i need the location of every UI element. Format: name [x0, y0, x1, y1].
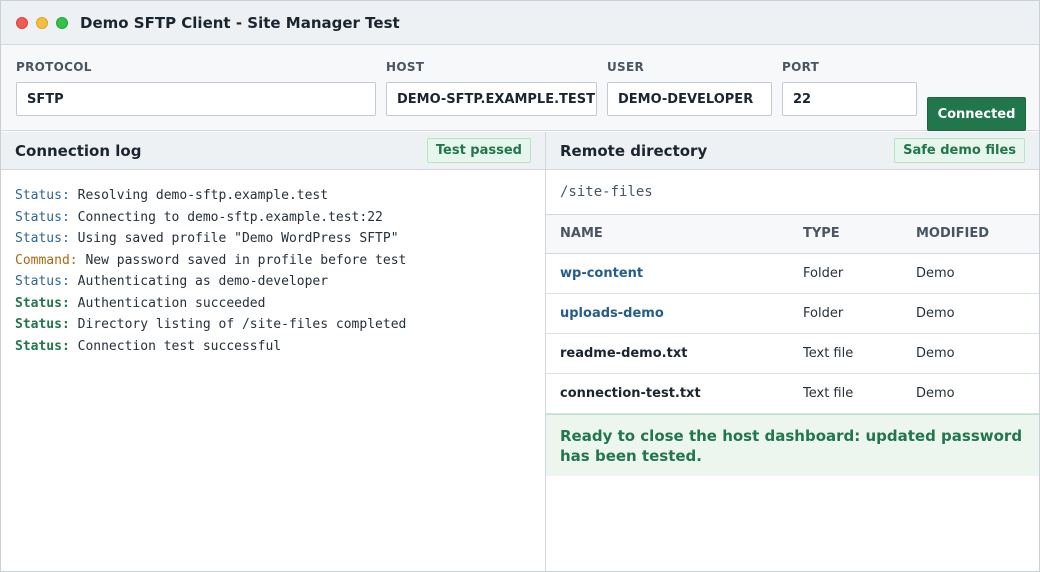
- table-row[interactable]: readme-demo.txt Text file Demo: [546, 333, 1039, 374]
- log-line-text: Resolving demo-sftp.example.test: [69, 188, 329, 203]
- remote-path[interactable]: /site-files: [546, 170, 1039, 215]
- connection-log-pane: Connection log Test passed Status: Resol…: [1, 132, 546, 571]
- log-line: Status: Connecting to demo-sftp.example.…: [15, 207, 545, 229]
- log-line-tag: Command:: [15, 252, 78, 268]
- column-name-header[interactable]: NAME: [546, 215, 789, 254]
- file-modified: Demo: [902, 373, 1039, 414]
- safe-demo-files-badge: Safe demo files: [894, 138, 1025, 163]
- log-line-tag: Status:: [15, 317, 70, 332]
- file-type: Folder: [789, 253, 902, 294]
- user-input[interactable]: DEMO-DEVELOPER: [607, 82, 772, 116]
- ready-message: Ready to close the host dashboard: updat…: [546, 413, 1039, 476]
- file-type: Text file: [789, 373, 902, 414]
- host-field: HOST DEMO-SFTP.EXAMPLE.TEST: [386, 60, 597, 116]
- user-field: USER DEMO-DEVELOPER: [607, 60, 772, 116]
- protocol-input[interactable]: SFTP: [16, 82, 376, 116]
- connected-button[interactable]: Connected: [927, 97, 1026, 131]
- file-modified: Demo: [902, 333, 1039, 374]
- log-line-tag: Status:: [15, 188, 70, 203]
- file-type: Text file: [789, 333, 902, 374]
- log-line-text: New password saved in profile before tes…: [77, 252, 407, 268]
- connection-log-title: Connection log: [15, 141, 142, 160]
- file-name[interactable]: readme-demo.txt: [546, 333, 789, 374]
- log-line-text: Authentication succeeded: [69, 295, 266, 311]
- minimize-window-button[interactable]: [36, 16, 48, 29]
- remote-directory-pane: Remote directory Safe demo files /site-f…: [546, 132, 1039, 571]
- host-label: HOST: [386, 60, 425, 74]
- log-line-text: Connection test successful: [69, 338, 282, 354]
- log-line: Status: Authentication succeeded: [15, 293, 545, 315]
- host-input[interactable]: DEMO-SFTP.EXAMPLE.TEST: [386, 82, 597, 116]
- log-line-tag: Status:: [15, 338, 70, 354]
- title-bar: Demo SFTP Client - Site Manager Test: [1, 1, 1039, 45]
- table-row[interactable]: wp-content Folder Demo: [546, 253, 1039, 294]
- remote-file-table: NAME TYPE MODIFIED wp-content Folder Dem…: [546, 215, 1039, 414]
- log-line: Status: Authenticating as demo-developer: [15, 271, 545, 293]
- table-row[interactable]: connection-test.txt Text file Demo: [546, 373, 1039, 414]
- log-line-text: Using saved profile "Demo WordPress SFTP…: [69, 231, 399, 246]
- port-field: PORT 22: [782, 60, 917, 116]
- test-passed-badge: Test passed: [426, 138, 531, 163]
- protocol-field: PROTOCOL SFTP: [16, 60, 376, 116]
- log-line-text: Connecting to demo-sftp.example.test:22: [69, 209, 383, 225]
- file-name[interactable]: uploads-demo: [546, 293, 789, 334]
- log-line-tag: Status:: [15, 231, 70, 246]
- remote-directory-header: Remote directory Safe demo files: [546, 132, 1039, 170]
- log-line-tag: Status:: [15, 274, 70, 289]
- window-title: Demo SFTP Client - Site Manager Test: [80, 13, 400, 32]
- close-window-button[interactable]: [16, 16, 28, 29]
- file-name[interactable]: wp-content: [546, 253, 789, 294]
- log-line: Status: Connection test successful: [15, 336, 545, 358]
- connection-log-header: Connection log Test passed: [1, 132, 545, 170]
- log-line-tag: Status:: [15, 295, 70, 311]
- log-line-text: Directory listing of /site-files complet…: [69, 317, 407, 332]
- table-row[interactable]: uploads-demo Folder Demo: [546, 293, 1039, 334]
- file-modified: Demo: [902, 253, 1039, 294]
- port-input[interactable]: 22: [782, 82, 917, 116]
- maximize-window-button[interactable]: [56, 16, 68, 29]
- table-header-row: NAME TYPE MODIFIED: [546, 215, 1039, 254]
- log-line: Status: Resolving demo-sftp.example.test: [15, 185, 545, 207]
- log-line-tag: Status:: [15, 209, 70, 225]
- connection-bar: PROTOCOL SFTP HOST DEMO-SFTP.EXAMPLE.TES…: [1, 45, 1039, 131]
- panes: Connection log Test passed Status: Resol…: [1, 132, 1039, 571]
- file-name[interactable]: connection-test.txt: [546, 373, 789, 414]
- file-modified: Demo: [902, 293, 1039, 334]
- log-line: Command: New password saved in profile b…: [15, 250, 545, 272]
- port-label: PORT: [782, 60, 820, 74]
- connection-log: Status: Resolving demo-sftp.example.test…: [1, 170, 545, 357]
- log-line: Status: Using saved profile "Demo WordPr…: [15, 228, 545, 250]
- file-type: Folder: [789, 293, 902, 334]
- column-modified-header[interactable]: MODIFIED: [902, 215, 1039, 254]
- column-type-header[interactable]: TYPE: [789, 215, 902, 254]
- protocol-label: PROTOCOL: [16, 60, 92, 74]
- app-window: Demo SFTP Client - Site Manager Test PRO…: [0, 0, 1040, 572]
- remote-directory-title: Remote directory: [560, 141, 708, 160]
- user-label: USER: [607, 60, 645, 74]
- log-line: Status: Directory listing of /site-files…: [15, 314, 545, 336]
- log-line-text: Authenticating as demo-developer: [69, 274, 329, 289]
